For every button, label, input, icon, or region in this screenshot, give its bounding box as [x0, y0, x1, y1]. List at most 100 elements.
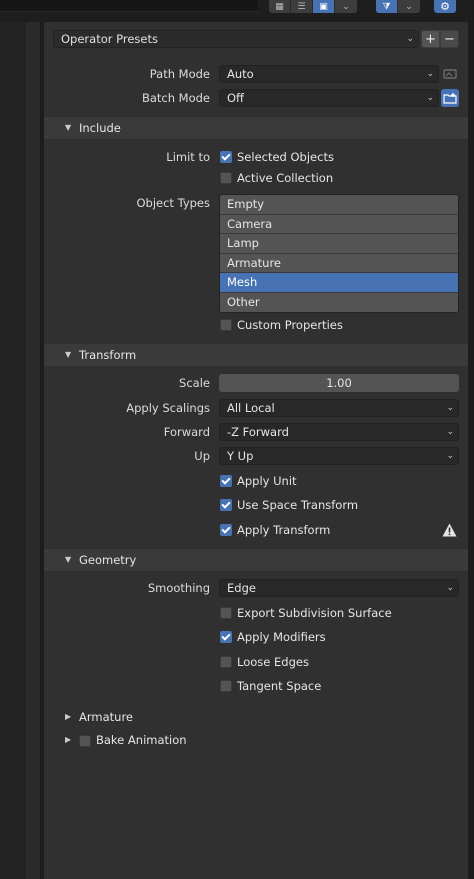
- apply-scalings-value: All Local: [227, 401, 275, 415]
- loose-edges-label: Loose Edges: [237, 655, 309, 669]
- armature-section-header[interactable]: ▶ Armature: [44, 706, 468, 728]
- path-mode-row: Path Mode Auto ⌄: [44, 64, 468, 84]
- export-subdivision-checkbox[interactable]: Export Subdivision Surface: [220, 603, 392, 623]
- object-type-other[interactable]: Other: [220, 292, 458, 312]
- include-section-header[interactable]: ▼ Include: [44, 117, 468, 139]
- file-path-bar[interactable]: [0, 0, 258, 12]
- checkbox-unchecked-icon: [220, 172, 232, 184]
- apply-unit-label: Apply Unit: [237, 474, 297, 488]
- operator-presets-dropdown[interactable]: Operator Presets ⌄: [53, 30, 419, 48]
- checkbox-checked-icon: [220, 631, 232, 643]
- checkbox-unchecked-icon: [220, 680, 232, 692]
- smoothing-label: Smoothing: [147, 581, 210, 595]
- apply-scalings-row: Apply Scalings All Local ⌄: [44, 398, 468, 418]
- checkbox-unchecked-icon: [220, 319, 232, 331]
- geometry-section-header[interactable]: ▼ Geometry: [44, 549, 468, 571]
- triangle-right-icon: ▶: [65, 735, 72, 744]
- chevron-down-icon: ⌄: [426, 69, 434, 79]
- chevron-down-icon: ⌄: [446, 451, 454, 461]
- geometry-title: Geometry: [79, 553, 137, 567]
- smoothing-dropdown[interactable]: Edge ⌄: [219, 579, 459, 597]
- object-types-label: Object Types: [136, 196, 210, 210]
- chevron-down-icon[interactable]: ⌄: [398, 0, 420, 13]
- armature-title: Armature: [79, 710, 133, 724]
- embed-textures-icon[interactable]: [441, 65, 459, 83]
- apply-scalings-label: Apply Scalings: [126, 401, 210, 415]
- batch-own-dir-icon[interactable]: [441, 89, 459, 107]
- custom-properties-checkbox[interactable]: Custom Properties: [220, 315, 343, 335]
- remove-preset-button[interactable]: −: [440, 30, 459, 48]
- filter-icon[interactable]: ⧩: [376, 0, 398, 13]
- apply-unit-checkbox[interactable]: Apply Unit: [220, 471, 297, 491]
- scale-label: Scale: [179, 376, 210, 390]
- apply-transform-row: Apply Transform: [44, 520, 468, 540]
- smoothing-row: Smoothing Edge ⌄: [44, 578, 468, 598]
- chevron-down-icon: ⌄: [446, 583, 454, 593]
- forward-row: Forward -Z Forward ⌄: [44, 422, 468, 442]
- right-edge-strip: [468, 0, 474, 879]
- triangle-down-icon: ▼: [65, 350, 72, 359]
- use-space-transform-label: Use Space Transform: [237, 498, 359, 512]
- add-preset-button[interactable]: +: [421, 30, 440, 48]
- batch-mode-dropdown[interactable]: Off ⌄: [219, 89, 439, 107]
- preset-buttons: + −: [421, 30, 459, 48]
- bake-animation-section-header[interactable]: ▶ Bake Animation: [44, 729, 468, 751]
- scale-field[interactable]: 1.00: [219, 374, 459, 392]
- up-row: Up Y Up ⌄: [44, 446, 468, 466]
- active-collection-label: Active Collection: [237, 171, 334, 185]
- use-space-transform-checkbox[interactable]: Use Space Transform: [220, 495, 358, 515]
- apply-transform-label: Apply Transform: [237, 523, 331, 537]
- transform-section-header[interactable]: ▼ Transform: [44, 344, 468, 366]
- chevron-down-icon: ⌄: [446, 427, 454, 437]
- loose-edges-checkbox[interactable]: Loose Edges: [220, 652, 309, 672]
- triangle-right-icon: ▶: [65, 712, 72, 721]
- chevron-down-icon: ⌄: [446, 403, 454, 413]
- chevron-down-icon: ⌄: [426, 93, 434, 103]
- operator-presets-label: Operator Presets: [61, 32, 158, 46]
- side-panel-inner: [0, 22, 26, 879]
- object-type-mesh[interactable]: Mesh: [220, 273, 458, 293]
- object-type-empty[interactable]: Empty: [220, 195, 458, 215]
- object-type-camera[interactable]: Camera: [220, 214, 458, 234]
- file-browser-side-panel: [0, 22, 41, 879]
- tangent-space-label: Tangent Space: [237, 679, 322, 693]
- path-mode-label: Path Mode: [149, 67, 210, 81]
- apply-transform-checkbox[interactable]: Apply Transform: [220, 520, 330, 540]
- forward-dropdown[interactable]: -Z Forward ⌄: [219, 423, 459, 441]
- smoothing-value: Edge: [227, 581, 256, 595]
- apply-modifiers-checkbox[interactable]: Apply Modifiers: [220, 627, 326, 647]
- custom-properties-label: Custom Properties: [237, 318, 343, 332]
- thumbnail-view-icon[interactable]: ▣: [313, 0, 335, 13]
- batch-mode-label: Batch Mode: [141, 91, 210, 105]
- tangent-space-checkbox[interactable]: Tangent Space: [220, 676, 321, 696]
- checkbox-unchecked-icon: [220, 607, 232, 619]
- selected-objects-checkbox[interactable]: Selected Objects: [220, 147, 334, 167]
- path-mode-dropdown[interactable]: Auto ⌄: [219, 65, 439, 83]
- batch-mode-row: Batch Mode Off ⌄: [44, 88, 468, 108]
- batch-mode-value: Off: [227, 91, 244, 105]
- checkbox-checked-icon: [220, 499, 232, 511]
- chevron-down-icon[interactable]: ⌄: [335, 0, 357, 13]
- checkbox-unchecked-icon[interactable]: [79, 734, 91, 747]
- object-types-list: Empty Camera Lamp Armature Mesh Other: [219, 194, 459, 313]
- checkbox-checked-icon: [220, 151, 232, 163]
- object-type-lamp[interactable]: Lamp: [220, 234, 458, 254]
- checkbox-checked-icon: [220, 475, 232, 487]
- up-label: Up: [194, 449, 210, 463]
- up-dropdown[interactable]: Y Up ⌄: [219, 447, 459, 465]
- checkbox-unchecked-icon: [220, 656, 232, 668]
- active-collection-checkbox[interactable]: Active Collection: [220, 168, 333, 188]
- scale-row: Scale 1.00: [44, 373, 468, 393]
- chevron-down-icon: ⌄: [406, 34, 414, 44]
- checkbox-checked-icon: [220, 524, 232, 536]
- view-mode-group: ▦ ☰ ▣ ⌄: [269, 0, 357, 13]
- triangle-down-icon: ▼: [65, 555, 72, 564]
- gear-icon[interactable]: ⚙: [434, 0, 456, 13]
- object-type-armature[interactable]: Armature: [220, 253, 458, 273]
- list-view-icon[interactable]: ☰: [291, 0, 313, 13]
- limit-to-label: Limit to: [166, 150, 210, 164]
- apply-scalings-dropdown[interactable]: All Local ⌄: [219, 399, 459, 417]
- filter-group: ⧩ ⌄: [376, 0, 420, 13]
- grid-view-icon[interactable]: ▦: [269, 0, 291, 13]
- export-subdivision-label: Export Subdivision Surface: [237, 606, 392, 620]
